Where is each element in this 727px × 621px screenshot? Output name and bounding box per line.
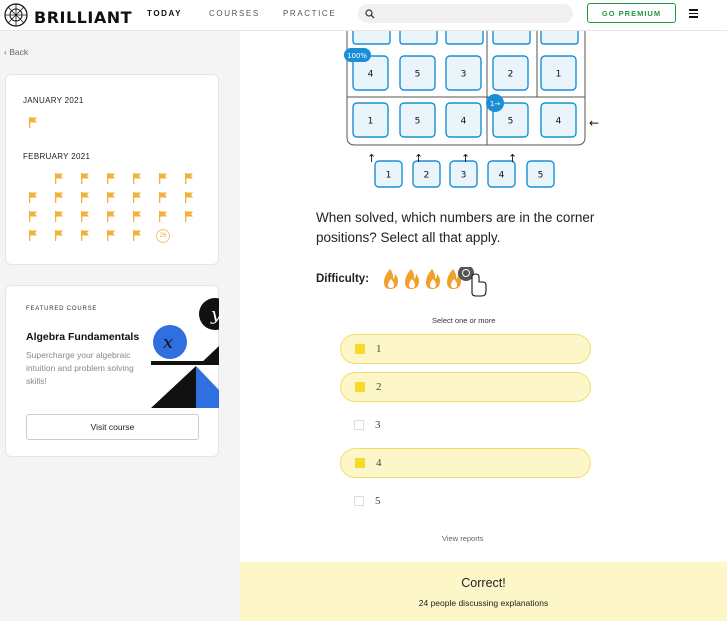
streak-flag-icon (55, 192, 63, 203)
streak-flag-icon (81, 230, 89, 241)
checkbox-icon[interactable] (355, 382, 365, 392)
course-description: Supercharge your algebraic intuition and… (26, 350, 134, 386)
puzzle-diagram: 4 5 3 2 1 1 5 4 5 4 1 2 3 4 5 100% 1→ ← ↑ ↑ ↑ ↑ (344, 31, 599, 188)
featured-eyebrow: FEATURED COURSE (26, 306, 98, 312)
inner-badge: 1→ (490, 100, 500, 108)
streak-calendar: JANUARY 2021 FEBRUARY 2021 26 (5, 74, 219, 265)
streak-flag-icon (107, 211, 115, 222)
answer-option[interactable]: 3 (340, 410, 591, 440)
puzzle-tile-label: 1 (386, 171, 392, 181)
puzzle-tile-label: 5 (415, 70, 421, 80)
answer-label: 1 (376, 343, 382, 355)
puzzle-tile-label: 1 (368, 117, 374, 127)
brilliant-logo[interactable]: BRILLIANT (4, 3, 132, 32)
art-letter-x: x (163, 332, 173, 353)
puzzle-tile-label: 5 (508, 117, 514, 127)
puzzle-tile-label: 1 (556, 70, 562, 80)
search-icon (365, 9, 375, 19)
brilliant-logo-icon (4, 3, 28, 32)
puzzle-tile-label: 2 (424, 171, 430, 181)
result-title: Correct! (461, 576, 506, 590)
streak-flag-icon (159, 211, 167, 222)
streak-flag-icon (81, 211, 89, 222)
back-label: Back (9, 47, 29, 57)
streak-flag-icon (81, 192, 89, 203)
streak-flag-icon (133, 211, 141, 222)
discussion-link[interactable]: 24 people discussing explanations (240, 598, 727, 608)
progress-badge: 100% (347, 52, 367, 60)
streak-flag-icon (133, 173, 141, 184)
puzzle-tile-label: 3 (461, 70, 467, 80)
difficulty-label: Difficulty: (316, 273, 370, 285)
current-day-badge: 26 (156, 229, 170, 243)
back-link[interactable]: ‹ Back (4, 47, 28, 57)
streak-flag-icon (185, 192, 193, 203)
course-illustration: y x (151, 298, 219, 408)
answer-option[interactable]: 2 (340, 372, 591, 402)
checkbox-icon[interactable] (355, 344, 365, 354)
main-content: 4 5 3 2 1 1 5 4 5 4 1 2 3 4 5 100% 1→ ← ↑ ↑ ↑ ↑ When so… (240, 31, 727, 621)
top-bar: BRILLIANT TODAY COURSES PRACTICE GO PREM… (0, 0, 727, 31)
streak-flag-icon (55, 230, 63, 241)
puzzle-tile-label: 4 (556, 117, 562, 127)
result-banner: Correct! 24 people discussing explanatio… (240, 562, 727, 621)
answer-label: 2 (376, 381, 382, 393)
puzzle-tile-label: 3 (461, 171, 467, 181)
column-arrow: ↑ (461, 152, 470, 165)
brand-name: BRILLIANT (34, 8, 132, 27)
streak-flag-icon (81, 173, 89, 184)
featured-course-card: FEATURED COURSE Algebra Fundamentals Sup… (5, 285, 219, 457)
nav-practice[interactable]: PRACTICE (283, 9, 336, 18)
course-title[interactable]: Algebra Fundamentals (26, 331, 139, 343)
puzzle-tile-label: 5 (415, 117, 421, 127)
streak-flag-icon (29, 117, 37, 128)
streak-flag-icon (133, 192, 141, 203)
answer-label: 4 (376, 457, 382, 469)
puzzle-tile-label: 4 (461, 117, 467, 127)
cursor-hand-icon (471, 273, 487, 297)
month-label: FEBRUARY 2021 (23, 152, 91, 161)
answer-label: 5 (375, 495, 381, 507)
view-reports-link[interactable]: View reports (442, 534, 484, 543)
answer-option[interactable]: 4 (340, 448, 591, 478)
column-arrow: ↑ (367, 152, 376, 165)
column-arrow: ↑ (414, 152, 423, 165)
streak-flag-icon (55, 173, 63, 184)
column-arrow: ↑ (508, 152, 517, 165)
art-letter-y: y (210, 304, 219, 325)
difficulty-rating (380, 265, 490, 302)
question-text: When solved, which numbers are in the co… (316, 210, 595, 245)
answer-label: 3 (375, 419, 381, 431)
month-label: JANUARY 2021 (23, 96, 84, 105)
nav-today[interactable]: TODAY (147, 9, 182, 18)
answer-option[interactable]: 5 (340, 486, 591, 516)
streak-flag-icon (185, 211, 193, 222)
search-input[interactable] (358, 4, 573, 23)
streak-flag-icon (29, 230, 37, 241)
streak-flag-icon (107, 173, 115, 184)
streak-flag-icon (159, 192, 167, 203)
streak-flag-icon (107, 192, 115, 203)
streak-flag-icon (107, 230, 115, 241)
streak-flag-icon (29, 211, 37, 222)
streak-flag-icon (55, 211, 63, 222)
menu-icon[interactable] (689, 9, 698, 20)
nav-courses[interactable]: COURSES (209, 9, 260, 18)
row-arrow: ← (589, 116, 599, 130)
streak-flag-icon (29, 192, 37, 203)
puzzle-tile-label: 5 (538, 171, 544, 181)
streak-flag-icon (185, 173, 193, 184)
checkbox-icon[interactable] (354, 420, 364, 430)
checkbox-icon[interactable] (354, 496, 364, 506)
checkbox-icon[interactable] (355, 458, 365, 468)
visit-course-button[interactable]: Visit course (26, 414, 199, 440)
answer-option[interactable]: 1 (340, 334, 591, 364)
select-hint: Select one or more (432, 316, 496, 325)
puzzle-tile-label: 4 (368, 70, 374, 80)
streak-flag-icon (133, 230, 141, 241)
puzzle-tile-label: 2 (508, 70, 514, 80)
streak-flag-icon (159, 173, 167, 184)
puzzle-tile-label: 4 (499, 171, 505, 181)
go-premium-button[interactable]: GO PREMIUM (587, 3, 676, 23)
